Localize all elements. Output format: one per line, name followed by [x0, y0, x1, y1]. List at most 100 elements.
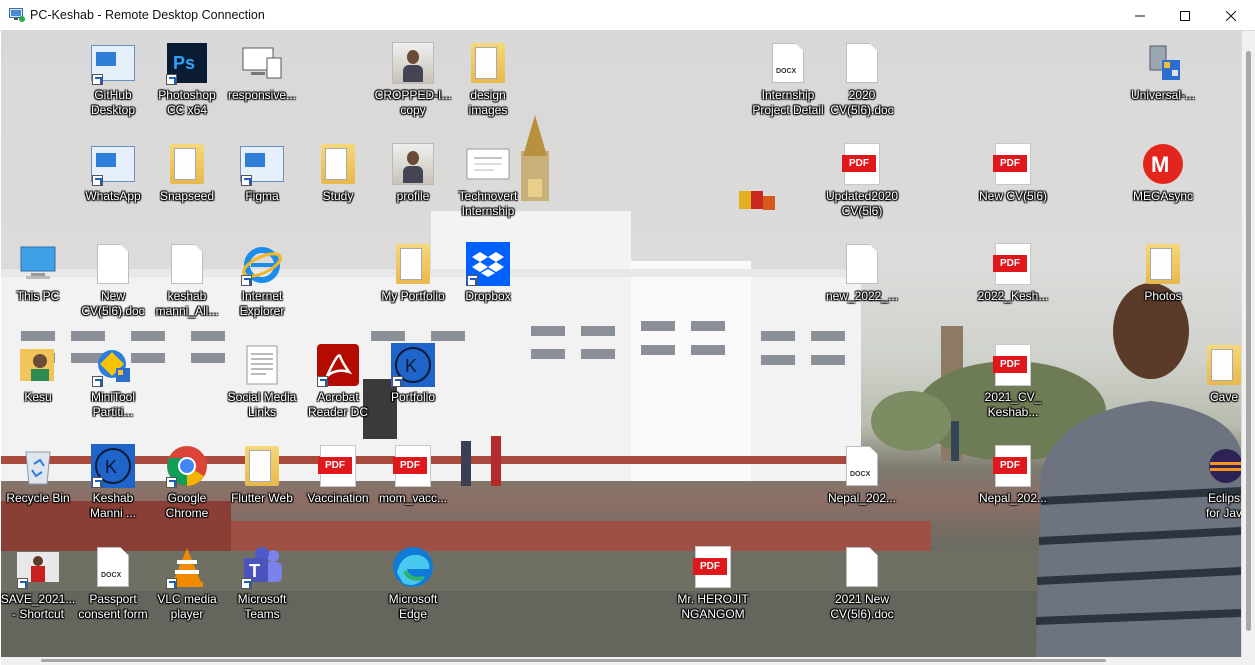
pdf-icon: PDF — [993, 243, 1031, 285]
desktop-icon-microsoft-edge[interactable]: Microsoft Edge — [374, 544, 452, 622]
title-bar: PC-Keshab - Remote Desktop Connection — [0, 0, 1255, 31]
devices-icon — [242, 47, 282, 79]
photo-icon — [392, 143, 434, 185]
pdf-icon: PDF — [393, 445, 431, 487]
desktop-icon-megasync[interactable]: M MEGAsync — [1124, 141, 1202, 204]
desktop-icon-snapseed[interactable]: Snapseed — [148, 141, 226, 204]
folder-icon — [170, 144, 204, 184]
desktop-icon-photos[interactable]: Photos — [1124, 241, 1202, 304]
desktop-icon-dropbox[interactable]: Dropbox — [449, 241, 527, 304]
pdf-icon: PDF — [993, 445, 1031, 487]
desktop-icon-new-2022[interactable]: new_2022_... — [823, 241, 901, 304]
desktop-icon-label: Technovert Internship — [458, 189, 518, 218]
desktop-icon-profile[interactable]: profile — [374, 141, 452, 204]
vertical-scrollbar-thumb[interactable] — [1246, 51, 1251, 631]
desktop-icon-label: Eclips for Jav — [1205, 491, 1241, 520]
docx-icon: DOCX — [846, 446, 878, 486]
desktop-icon-label: Recycle Bin — [6, 491, 70, 505]
folder-icon — [1207, 345, 1241, 385]
desktop-icon-save-2021-shortcut[interactable]: SAVE_2021... - Shortcut — [1, 544, 77, 622]
desktop-icon-my-portfolio[interactable]: My Portfolio — [374, 241, 452, 304]
desktop-icon-minitool[interactable]: MiniTool Partiti... — [74, 342, 152, 420]
desktop-icon-label: Photos — [1144, 289, 1182, 303]
shortcut-arrow-icon — [92, 175, 103, 186]
desktop-icon-social-media-links[interactable]: Social Media Links — [223, 342, 301, 420]
desktop-icon-2022-keshab[interactable]: PDF 2022_Kesh... — [974, 241, 1052, 304]
desktop-icon-microsoft-teams[interactable]: T Microsoft Teams — [223, 544, 301, 622]
desktop-icon-eclipse[interactable]: Eclips for Jav — [1199, 443, 1241, 521]
desktop-icon-2021-cv-keshab[interactable]: PDF 2021_CV_ Keshab... — [974, 342, 1052, 420]
desktop-icon-github-desktop[interactable]: GitHub Desktop — [74, 40, 152, 118]
desktop-icon-technovert-internship[interactable]: Technovert Internship — [449, 141, 527, 219]
desktop-icon-flutter-web[interactable]: Flutter Web — [223, 443, 301, 506]
shortcut-arrow-icon — [241, 275, 252, 286]
shortcut-arrow-icon — [166, 477, 177, 488]
desktop-icon-figma[interactable]: Figma — [223, 141, 301, 204]
desktop-icon-universal[interactable]: Universal-... — [1124, 40, 1202, 103]
desktop-icon-responsive[interactable]: responsive... — [223, 40, 301, 103]
desktop-icon-acrobat-reader[interactable]: Acrobat Reader DC — [299, 342, 377, 420]
desktop-icon-cropped-image[interactable]: CROPPED-I... copy — [374, 40, 452, 118]
desktop-icon-internet-explorer[interactable]: Internet Explorer — [223, 241, 301, 319]
vertical-scrollbar[interactable] — [1241, 31, 1255, 657]
desktop-icon-label: Snapseed — [159, 189, 215, 203]
desktop-icon-label: Passport consent form — [78, 592, 148, 621]
desktop-icon-vlc-media-player[interactable]: VLC media player — [148, 544, 226, 622]
desktop-icon-label: keshab manni_All... — [155, 289, 219, 318]
desktop-icon-2020-cv[interactable]: 2020 CV(5l6).doc — [823, 40, 901, 118]
desktop-icon-this-pc[interactable]: This PC — [1, 241, 77, 304]
desktop-icon-label: CROPPED-I... copy — [374, 88, 452, 117]
desktop-icon-keshab-manni-site[interactable]: K Keshab Manni ... — [74, 443, 152, 521]
desktop-icon-new-cv[interactable]: PDF New CV(5l6) — [974, 141, 1052, 204]
pdf-icon: PDF — [842, 143, 880, 185]
desktop-icon-keshab-manni[interactable]: keshab manni_All... — [148, 241, 226, 319]
desktop-icon-mom-vaccination[interactable]: PDF mom_vacc... — [374, 443, 452, 506]
document-icon — [846, 244, 878, 284]
shortcut-arrow-icon — [241, 578, 252, 589]
desktop-icon-internship-project-detail[interactable]: DOCX Internship Project Detail — [749, 40, 827, 118]
desktop-icon-label: mom_vacc... — [378, 491, 447, 505]
close-icon — [1226, 10, 1236, 21]
desktop-icon-nepal-pdf[interactable]: PDF Nepal_202... — [974, 443, 1052, 506]
desktop-icon-whatsapp[interactable]: WhatsApp — [74, 141, 152, 204]
pdf-icon: PDF — [993, 143, 1031, 185]
desktop-icon-cave[interactable]: Cave — [1199, 342, 1241, 405]
horizontal-scrollbar-thumb[interactable] — [41, 659, 1106, 662]
desktop-icon-label: 2021_CV_ Keshab... — [984, 390, 1042, 419]
svg-text:K: K — [405, 356, 417, 376]
document-icon — [97, 244, 129, 284]
desktop-icon-google-chrome[interactable]: Google Chrome — [148, 443, 226, 521]
desktop-icon-photoshop[interactable]: Ps Photoshop CC x64 — [148, 40, 226, 118]
desktop-icon-design-images[interactable]: design images — [449, 40, 527, 118]
edge-icon — [393, 547, 433, 587]
desktop-icon-updated2020-cv[interactable]: PDF Updated2020 CV(5l6) — [823, 141, 901, 219]
folder-icon — [396, 244, 430, 284]
eclipse-icon — [1209, 449, 1241, 483]
shortcut-arrow-icon — [467, 275, 478, 286]
desktop-icon-passport-consent-form[interactable]: DOCX Passport consent form — [74, 544, 152, 622]
remote-desktop[interactable]: GitHub Desktop Ps Photoshop CC x64 respo… — [1, 31, 1241, 657]
desktop-icon-new-cv-doc[interactable]: New CV(5l6).doc — [74, 241, 152, 319]
close-button[interactable] — [1208, 0, 1254, 31]
desktop-icon-study[interactable]: Study — [299, 141, 377, 204]
text-file-icon — [246, 345, 278, 385]
horizontal-scrollbar[interactable] — [1, 657, 1255, 665]
shortcut-arrow-icon — [92, 74, 103, 85]
desktop-icon-2021-new-cv[interactable]: 2021 New CV(5l6).doc — [823, 544, 901, 622]
minimize-button[interactable] — [1117, 0, 1163, 31]
desktop-icon-recycle-bin[interactable]: Recycle Bin — [1, 443, 77, 506]
desktop-icon-mr-herojit-ngangom[interactable]: PDF Mr. HEROJIT NGANGOM — [674, 544, 752, 622]
desktop-icon-label: WhatsApp — [85, 189, 141, 203]
desktop-icon-vaccination[interactable]: PDF Vaccination — [299, 443, 377, 506]
desktop-icon-nepal-docx[interactable]: DOCX Nepal_202... — [823, 443, 901, 506]
shortcut-arrow-icon — [166, 74, 177, 85]
maximize-button[interactable] — [1162, 0, 1208, 31]
desktop-icon-kesu[interactable]: Kesu — [1, 342, 77, 405]
desktop-icon-portfolio[interactable]: K Portfolio — [374, 342, 452, 405]
desktop-icon-label: New CV(5l6) — [978, 189, 1047, 203]
docx-icon: DOCX — [97, 547, 129, 587]
desktop-icon-label: responsive... — [227, 88, 297, 102]
shortcut-arrow-icon — [241, 175, 252, 186]
photo-icon — [392, 42, 434, 84]
desktop-icon-label: 2021 New CV(5l6).doc — [830, 592, 894, 621]
